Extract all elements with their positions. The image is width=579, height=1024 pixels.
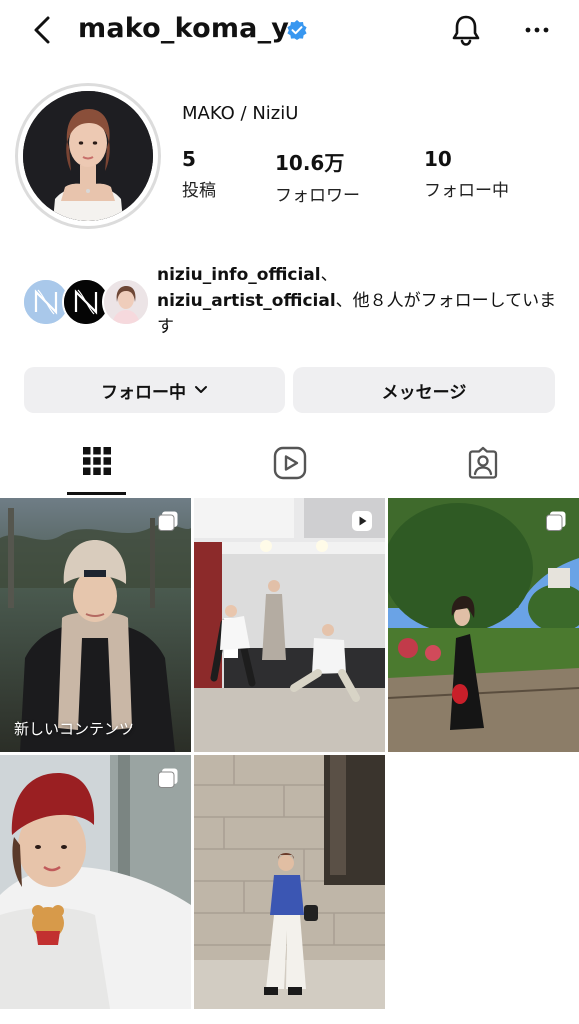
following-count-label: フォロー中 xyxy=(424,181,509,201)
message-button[interactable]: メッセージ xyxy=(293,367,555,413)
mutual-separator: 、 xyxy=(320,265,338,285)
reels-icon xyxy=(273,446,306,480)
tab-posts-grid[interactable] xyxy=(0,441,193,497)
following-count-value: 10 xyxy=(424,147,452,171)
post-image-5 xyxy=(194,755,385,1009)
carousel-icon xyxy=(546,511,566,531)
more-options-icon[interactable] xyxy=(522,18,552,42)
new-content-label: 新しいコンテンツ xyxy=(14,720,135,738)
post-image-3 xyxy=(388,498,579,752)
chevron-down-icon xyxy=(195,386,207,393)
tab-reels[interactable] xyxy=(193,441,386,497)
profile-avatar[interactable] xyxy=(23,91,153,221)
following-count[interactable]: 10 フォロー中 xyxy=(424,147,509,201)
profile-username: mako_koma_y xyxy=(78,13,290,44)
followers-count[interactable]: 10.6万 フォロワー xyxy=(275,147,360,206)
mutual-account-2[interactable]: niziu_artist_official xyxy=(157,291,336,311)
profile-header: mako_koma_y xyxy=(0,0,579,62)
carousel-icon xyxy=(158,768,178,788)
followers-count-value: 10.6万 xyxy=(275,151,345,175)
mutual-followers-text[interactable]: niziu_info_official、 niziu_artist_offici… xyxy=(157,262,565,340)
posts-count-value: 5 xyxy=(182,147,196,171)
mutual-account-1[interactable]: niziu_info_official xyxy=(157,265,321,285)
post-tile-5[interactable] xyxy=(194,755,385,1009)
following-button[interactable]: フォロー中 xyxy=(24,367,285,413)
post-tile-4[interactable] xyxy=(0,755,191,1009)
post-image-1 xyxy=(0,498,191,752)
carousel-icon xyxy=(158,511,178,531)
following-button-label: フォロー中 xyxy=(101,382,186,403)
profile-photo xyxy=(23,91,153,221)
notification-bell-icon[interactable] xyxy=(448,12,484,48)
verified-badge-icon xyxy=(287,20,307,40)
post-tile-3[interactable] xyxy=(388,498,579,752)
message-button-label: メッセージ xyxy=(381,382,467,403)
tagged-icon xyxy=(468,446,497,479)
back-arrow-icon[interactable] xyxy=(28,12,56,48)
post-tile-1[interactable]: 新しいコンテンツ xyxy=(0,498,191,752)
grid-icon xyxy=(82,447,111,475)
reel-play-icon xyxy=(352,511,372,531)
post-image-2 xyxy=(194,498,385,752)
followers-count-label: フォロワー xyxy=(275,186,360,206)
profile-display-name: MAKO / NiziU xyxy=(182,103,299,124)
post-image-4 xyxy=(0,755,191,1009)
tab-tagged[interactable] xyxy=(386,441,579,497)
mutual-avatar-photo xyxy=(104,280,148,324)
post-tile-2[interactable] xyxy=(194,498,385,752)
posts-count[interactable]: 5 投稿 xyxy=(182,147,216,201)
posts-count-label: 投稿 xyxy=(182,181,216,201)
mutual-avatar-3 xyxy=(102,278,150,326)
active-tab-indicator xyxy=(67,492,126,495)
mutual-followers-avatars[interactable] xyxy=(22,278,152,326)
